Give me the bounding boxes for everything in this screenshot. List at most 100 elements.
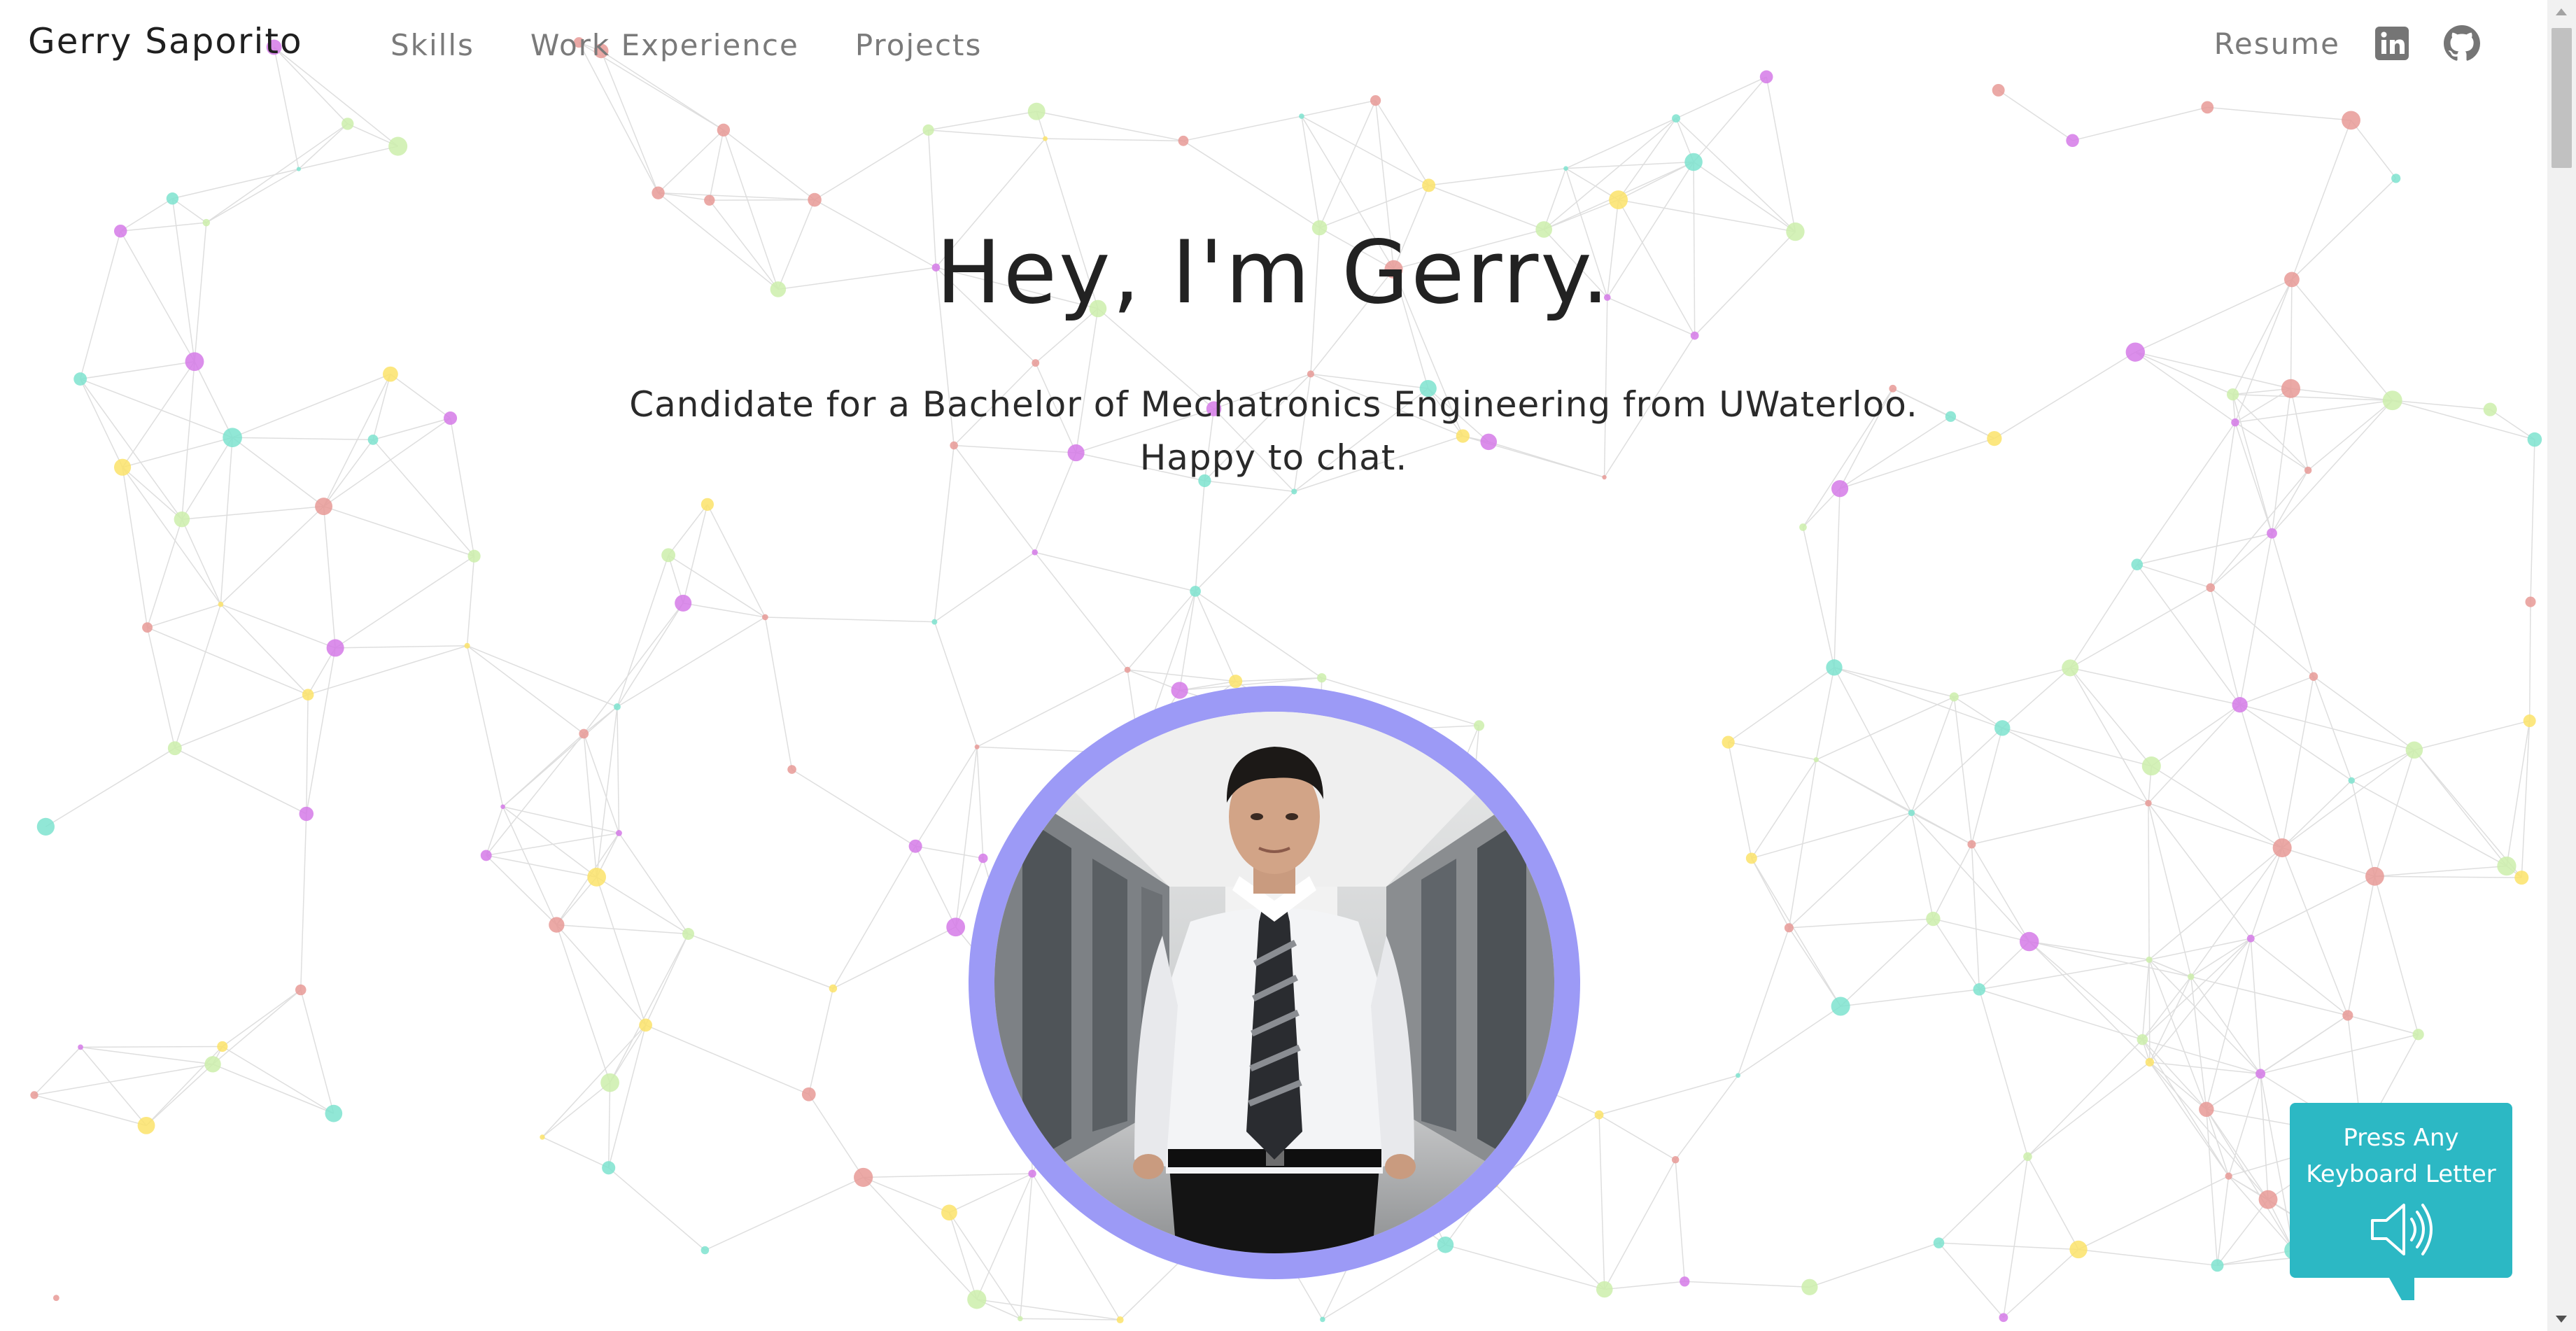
- network-link: [466, 645, 504, 807]
- network-link: [2351, 749, 2415, 781]
- network-link: [2210, 587, 2314, 677]
- network-link: [1598, 1075, 1738, 1115]
- network-dot: [296, 167, 301, 171]
- network-link: [2148, 704, 2241, 804]
- linkedin-icon[interactable]: [2374, 25, 2410, 62]
- brand-name[interactable]: Gerry Saporito: [28, 21, 303, 62]
- network-dot: [1967, 840, 1976, 849]
- network-link: [2281, 847, 2375, 878]
- network-link: [1751, 759, 1817, 859]
- network-link: [1910, 727, 2003, 814]
- network-link: [2414, 720, 2530, 751]
- network-link: [2207, 106, 2351, 121]
- nav-links: Skills Work Experience Projects: [390, 28, 982, 62]
- nav-link-projects[interactable]: Projects: [855, 28, 983, 62]
- network-link: [645, 1024, 810, 1095]
- network-dot: [1680, 1276, 1690, 1287]
- network-dot: [978, 853, 988, 864]
- network-link: [1301, 115, 1429, 186]
- network-link: [2347, 1015, 2419, 1035]
- network-dot: [652, 186, 665, 199]
- network-dot: [1229, 675, 1243, 689]
- sound-prompt[interactable]: Press Any Keyboard Letter: [2290, 1103, 2512, 1300]
- network-dot: [854, 1167, 873, 1188]
- network-link: [1020, 1174, 1033, 1319]
- network-dot: [2137, 1034, 2148, 1045]
- scroll-up-arrow[interactable]: [2556, 8, 2567, 15]
- network-dot: [174, 511, 190, 528]
- network-link: [2206, 1109, 2230, 1176]
- network-link: [791, 768, 916, 847]
- network-link: [1036, 111, 1184, 142]
- network-dot: [325, 1104, 343, 1122]
- network-link: [709, 129, 724, 201]
- network-link: [542, 1136, 609, 1169]
- network-link: [596, 876, 689, 935]
- avatar: [969, 686, 1580, 1279]
- network-dot: [974, 744, 980, 749]
- network-dot: [2066, 134, 2079, 148]
- network-link: [2137, 563, 2211, 589]
- scroll-down-arrow[interactable]: [2556, 1316, 2567, 1323]
- network-link: [2137, 533, 2272, 565]
- nav-link-work-experience[interactable]: Work Experience: [530, 28, 799, 62]
- network-dot: [1018, 1316, 1023, 1322]
- network-dot: [922, 124, 934, 136]
- network-link: [948, 1212, 978, 1300]
- network-link: [2239, 704, 2415, 751]
- network-link: [682, 504, 708, 604]
- network-link: [1301, 99, 1376, 117]
- network-dot: [2412, 1029, 2424, 1041]
- network-link: [2313, 676, 2415, 751]
- network-link: [617, 706, 620, 833]
- network-link: [2260, 1015, 2349, 1075]
- network-dot: [299, 806, 314, 822]
- network-link: [486, 733, 584, 856]
- network-dot: [1594, 1110, 1604, 1120]
- network-link: [1979, 989, 2143, 1041]
- network-dot: [217, 1041, 228, 1052]
- network-dot: [167, 741, 182, 756]
- network-link: [2151, 704, 2241, 767]
- network-dot: [78, 1044, 83, 1050]
- network-link: [2347, 876, 2376, 1016]
- network-dot: [2405, 741, 2423, 759]
- network-link: [2239, 533, 2273, 705]
- network-dot: [2525, 596, 2536, 607]
- network-dot: [1908, 809, 1915, 817]
- network-link: [1932, 918, 1980, 990]
- network-link: [2072, 106, 2208, 141]
- network-dot: [185, 352, 204, 372]
- network-link: [1979, 959, 2150, 990]
- network-link: [688, 933, 833, 990]
- network-dot: [342, 118, 354, 130]
- network-link: [2350, 120, 2397, 179]
- scroll-thumb[interactable]: [2552, 28, 2572, 168]
- nav-link-skills[interactable]: Skills: [390, 28, 474, 62]
- network-dot: [30, 1091, 38, 1099]
- resume-link[interactable]: Resume: [2214, 27, 2340, 61]
- network-dot: [2232, 696, 2248, 713]
- network-dot: [1973, 983, 1986, 996]
- network-link: [1933, 918, 2029, 943]
- network-dot: [661, 548, 676, 563]
- network-link: [2414, 749, 2507, 867]
- page: Gerry Saporito Skills Work Experience Pr…: [0, 0, 2576, 1331]
- scrollbar[interactable]: [2547, 0, 2576, 1331]
- network-dot: [675, 594, 692, 612]
- network-link: [1565, 161, 1694, 169]
- network-link: [1978, 989, 2029, 1157]
- network-link: [220, 603, 336, 649]
- network-link: [2069, 564, 2138, 668]
- github-icon[interactable]: [2444, 25, 2480, 62]
- network-link: [2239, 704, 2352, 781]
- network-link: [2078, 1175, 2230, 1251]
- network-link: [502, 806, 558, 925]
- network-dot: [1671, 1156, 1680, 1164]
- network-dot: [2267, 528, 2277, 539]
- network-link: [607, 1024, 647, 1168]
- network-link: [212, 1064, 335, 1114]
- network-link: [323, 505, 474, 557]
- network-dot: [2019, 931, 2039, 952]
- network-link: [1815, 667, 1835, 760]
